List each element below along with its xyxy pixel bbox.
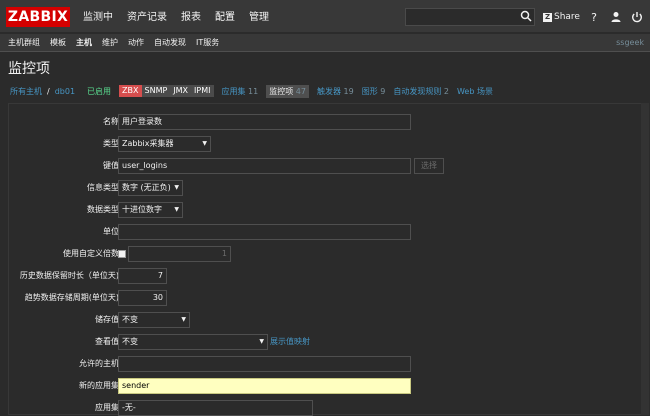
store-value-label: 储存值 <box>95 315 119 324</box>
submenu-host-groups[interactable]: 主机群组 <box>3 34 45 52</box>
show-value-select[interactable]: 不变 <box>118 334 268 350</box>
nav-web-scenarios[interactable]: Web 场景 <box>457 86 493 97</box>
row-data-type: 数据类型 十进位数字 <box>9 202 649 218</box>
submenu-discovery[interactable]: 自动发现 <box>149 34 191 52</box>
search-icon[interactable] <box>519 9 533 23</box>
submenu-actions[interactable]: 动作 <box>123 34 149 52</box>
tag-jmx: JMX <box>170 85 192 97</box>
tag-zbx: ZBX <box>119 85 142 97</box>
breadcrumb-host[interactable]: db01 <box>55 87 75 96</box>
breadcrumb-separator: / <box>47 86 50 96</box>
tag-snmp: SNMP <box>141 85 171 97</box>
multiplier-checkbox[interactable] <box>118 250 126 258</box>
menu-inventory[interactable]: 资产记录 <box>120 0 174 33</box>
type-label: 类型 <box>103 139 119 148</box>
row-allowed-hosts: 允许的主机 <box>9 356 649 372</box>
key-select-button[interactable]: 选择 <box>414 158 444 174</box>
trends-input[interactable]: 30 <box>118 290 167 306</box>
row-units: 单位 <box>9 224 649 240</box>
host-status[interactable]: 已启用 <box>87 86 111 97</box>
new-application-label: 新的应用集 <box>79 381 119 390</box>
row-trends: 趋势数据存储周期(单位天) 30 <box>9 290 649 306</box>
name-input[interactable]: 用户登录数 <box>118 114 411 130</box>
row-new-application: 新的应用集 sender <box>9 378 649 394</box>
user-profile-icon[interactable] <box>609 10 623 24</box>
submenu-maintenance[interactable]: 维护 <box>97 34 123 52</box>
power-icon[interactable] <box>630 10 644 24</box>
submenu-templates[interactable]: 模板 <box>45 34 71 52</box>
value-mapping-link[interactable]: 展示值映射 <box>270 334 310 350</box>
history-input[interactable]: 7 <box>118 268 167 284</box>
page-title: 监控项 <box>8 61 50 77</box>
key-label: 键值 <box>103 161 119 170</box>
row-key: 键值 user_logins 选择 <box>9 158 649 174</box>
search-input[interactable] <box>405 8 535 26</box>
info-type-label: 信息类型 <box>87 183 119 192</box>
zabbix-logo[interactable]: ZABBIX <box>6 7 70 27</box>
row-multiplier: 使用自定义倍数 1 <box>9 246 649 262</box>
nav-applications[interactable]: 应用集 11 <box>222 86 259 97</box>
share-z-icon: Z <box>543 12 552 22</box>
trends-label: 趋势数据存储周期(单位天) <box>24 293 119 302</box>
nav-graphs[interactable]: 图形 9 <box>362 86 386 97</box>
top-navigation-bar: ZABBIX 监测中 资产记录 报表 配置 管理 Z Share ? <box>0 0 650 33</box>
applications-listbox[interactable]: -无- <box>118 400 313 416</box>
show-value-label: 查看值 <box>95 337 119 346</box>
name-label: 名称 <box>103 117 119 126</box>
tag-ipmi: IPMI <box>191 85 214 97</box>
page-scrollbar[interactable] <box>641 103 649 415</box>
breadcrumb-all-hosts[interactable]: 所有主机 <box>10 86 42 97</box>
menu-monitoring[interactable]: 监测中 <box>76 0 120 33</box>
nav-triggers[interactable]: 触发器 19 <box>317 86 354 97</box>
row-history: 历史数据保留时长（单位天) 7 <box>9 268 649 284</box>
row-applications: 应用集 -无- <box>9 400 649 416</box>
new-application-input[interactable]: sender <box>118 378 411 394</box>
nav-discovery-rules[interactable]: 自动发现规则 2 <box>393 86 449 97</box>
help-icon[interactable]: ? <box>587 10 601 24</box>
row-store-value: 储存值 不变 <box>9 312 649 328</box>
current-user: ssgeek <box>616 38 644 47</box>
allowed-hosts-label: 允许的主机 <box>79 359 119 368</box>
share-label: Share <box>554 12 580 22</box>
row-info-type: 信息类型 数字 (无正负) <box>9 180 649 196</box>
host-navigation: 所有主机 / db01 已启用 ZBX SNMP JMX IPMI 应用集 11… <box>0 82 650 100</box>
menu-configuration[interactable]: 配置 <box>208 0 242 33</box>
sub-menu-bar: 主机群组 模板 主机 维护 动作 自动发现 IT服务 ssgeek <box>0 34 650 52</box>
share-button[interactable]: Z Share <box>543 10 580 24</box>
availability-tags: ZBX SNMP JMX IPMI <box>119 85 214 97</box>
row-show-value: 查看值 不变 展示值映射 <box>9 334 649 350</box>
submenu-hosts[interactable]: 主机 <box>71 34 97 52</box>
data-type-select[interactable]: 十进位数字 <box>118 202 183 218</box>
data-type-label: 数据类型 <box>87 205 119 214</box>
item-form-panel: 名称 用户登录数 类型 Zabbix采集器 键值 user_logins 选择 … <box>8 103 649 416</box>
type-select[interactable]: Zabbix采集器 <box>118 136 211 152</box>
info-type-select[interactable]: 数字 (无正负) <box>118 180 183 196</box>
menu-reports[interactable]: 报表 <box>174 0 208 33</box>
main-menu: 监测中 资产记录 报表 配置 管理 <box>76 0 276 33</box>
row-name: 名称 用户登录数 <box>9 114 649 130</box>
units-input[interactable] <box>118 224 411 240</box>
store-value-select[interactable]: 不变 <box>118 312 190 328</box>
multiplier-input[interactable]: 1 <box>128 246 231 262</box>
key-input[interactable]: user_logins <box>118 158 411 174</box>
applications-label: 应用集 <box>95 403 119 412</box>
multiplier-label: 使用自定义倍数 <box>63 249 119 258</box>
row-type: 类型 Zabbix采集器 <box>9 136 649 152</box>
history-label: 历史数据保留时长（单位天) <box>19 271 119 280</box>
units-label: 单位 <box>103 227 119 236</box>
nav-items[interactable]: 监控项 47 <box>266 84 309 98</box>
submenu-it-services[interactable]: IT服务 <box>191 34 224 52</box>
menu-administration[interactable]: 管理 <box>242 0 276 33</box>
allowed-hosts-input[interactable] <box>118 356 411 372</box>
